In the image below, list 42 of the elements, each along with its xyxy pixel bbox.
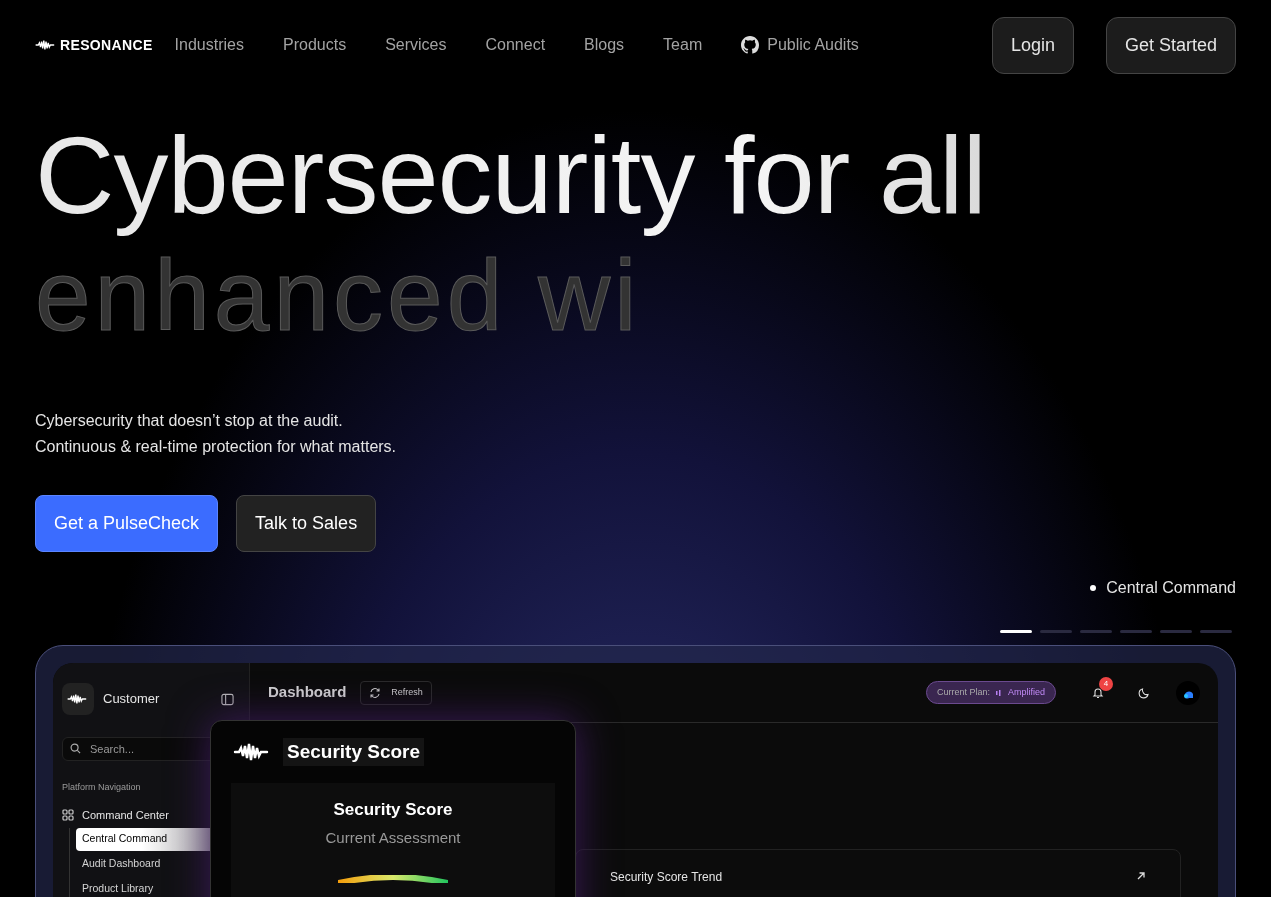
nav-link[interactable]: Public Audits bbox=[741, 33, 859, 57]
nav-link[interactable]: Blogs bbox=[584, 33, 625, 57]
nav-group[interactable]: Command Center bbox=[62, 802, 240, 828]
notification-badge: 4 bbox=[1099, 676, 1113, 691]
nav-link[interactable]: Connect bbox=[485, 33, 546, 57]
refresh-icon bbox=[369, 686, 382, 699]
nav-group-label: Command Center bbox=[82, 807, 169, 823]
page-title: Dashboard bbox=[268, 682, 347, 703]
moon-icon[interactable] bbox=[1138, 686, 1150, 699]
wave-icon bbox=[67, 692, 89, 706]
search-icon bbox=[70, 743, 81, 754]
hero-subtitle: Cybersecurity that doesn’t stop at the audit. bbox=[35, 411, 344, 431]
login-button[interactable]: Login bbox=[991, 16, 1074, 74]
nav-link[interactable]: Team bbox=[663, 33, 703, 57]
plan-badge: Current Plan: Amplified bbox=[925, 681, 1056, 704]
github-icon bbox=[741, 36, 760, 54]
gauge-icon bbox=[338, 875, 448, 883]
workspace-name: Customer bbox=[103, 690, 160, 709]
score-title: Security Score bbox=[333, 799, 453, 821]
card-title: Security Score Trend bbox=[610, 869, 723, 886]
nav-link[interactable]: Services bbox=[385, 33, 447, 57]
hero-subtitle: Continuous & real-time protection for what matters. bbox=[35, 437, 398, 457]
pulsecheck-button[interactable]: Get a PulseCheck bbox=[35, 495, 219, 552]
get-started-button[interactable]: Get Started bbox=[1105, 16, 1236, 74]
sidebar-toggle-icon[interactable] bbox=[221, 692, 234, 706]
grid-icon bbox=[62, 809, 74, 821]
headline-animated: enhanced wi bbox=[35, 240, 641, 350]
sound-icon bbox=[995, 688, 1003, 697]
external-arrow-icon[interactable] bbox=[1136, 871, 1146, 881]
brand-name: RESONANCE bbox=[60, 35, 153, 55]
carousel-caption: Central Command bbox=[1106, 578, 1236, 598]
bell-icon[interactable] bbox=[1092, 686, 1104, 699]
logo-icon bbox=[35, 38, 57, 52]
refresh-button[interactable]: Refresh bbox=[360, 680, 432, 705]
slide-indicator[interactable] bbox=[1000, 630, 1032, 633]
nav-heading: Platform Navigation bbox=[62, 781, 142, 794]
talk-to-sales-button[interactable]: Talk to Sales bbox=[236, 495, 377, 552]
score-subtitle: Current Assessment bbox=[325, 827, 461, 848]
nav-link[interactable]: Products bbox=[283, 33, 347, 57]
avatar[interactable] bbox=[1176, 680, 1200, 705]
nav-link[interactable]: Industries bbox=[174, 33, 244, 57]
popup-title: Security Score bbox=[283, 737, 425, 767]
